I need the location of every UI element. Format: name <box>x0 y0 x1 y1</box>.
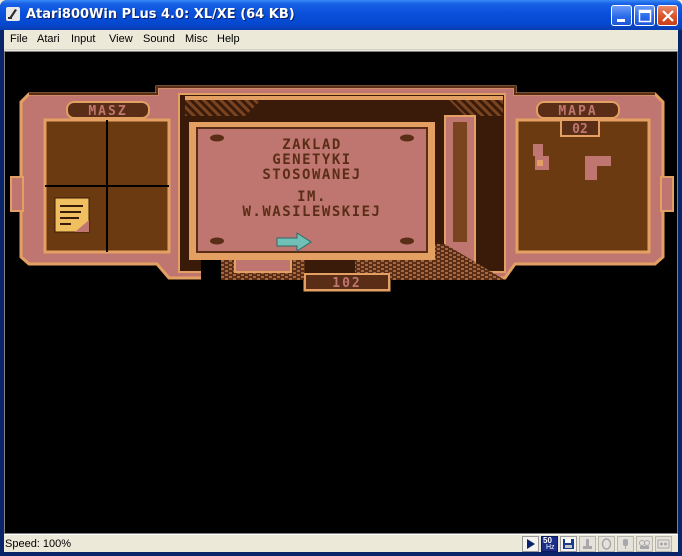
menu-misc[interactable]: Misc <box>185 33 208 45</box>
map-room <box>533 144 543 156</box>
game-scene: MASZ MAPA 02 ZAKLAD GENETYKI STOSOWANEJ … <box>10 85 674 292</box>
app-window: Atari800Win PLus 4.0: XL/XE (64 KB) File… <box>0 0 682 556</box>
status-bar: Speed: 100% 50 Hz <box>4 534 678 552</box>
menu-sound[interactable]: Sound <box>143 33 175 45</box>
note-item-icon[interactable] <box>54 197 90 233</box>
run-icon[interactable] <box>522 536 539 552</box>
room-number: 102 <box>332 276 361 291</box>
map-panel <box>515 118 651 254</box>
menu-help[interactable]: Help <box>217 33 240 45</box>
cassette-icon[interactable] <box>655 536 672 552</box>
microphone-icon[interactable] <box>617 536 634 552</box>
maximize-button[interactable] <box>634 5 655 26</box>
emulator-screen[interactable]: MASZ MAPA 02 ZAKLAD GENETYKI STOSOWANEJ … <box>4 51 678 534</box>
sign-line-2: GENETYKI <box>272 152 351 168</box>
menu-atari[interactable]: Atari <box>37 33 60 45</box>
sign-line-4: IM. <box>297 189 327 205</box>
sign-line-3: STOSOWANEJ <box>262 167 361 183</box>
sign-line-5: W.WASILEWSKIEJ <box>242 204 381 220</box>
atari-app-icon <box>6 7 20 21</box>
refresh-rate-icon[interactable]: 50 Hz <box>541 536 558 552</box>
menu-input[interactable]: Input <box>71 33 95 45</box>
sign-line-1: ZAKLAD <box>282 137 342 153</box>
maximize-icon <box>638 9 652 23</box>
map-number: 02 <box>572 122 588 137</box>
menu-file[interactable]: File <box>10 33 28 45</box>
speed-status: Speed: 100% <box>5 538 72 550</box>
client-area: File Atari Input View Sound Misc Help MA… <box>4 30 678 552</box>
mouse-icon[interactable] <box>598 536 615 552</box>
video-record-icon[interactable] <box>636 536 653 552</box>
minimize-button[interactable] <box>611 5 632 26</box>
refresh-rate-unit: Hz <box>546 544 555 551</box>
title-bar[interactable]: Atari800Win PLus 4.0: XL/XE (64 KB) <box>0 0 682 30</box>
menu-bar: File Atari Input View Sound Misc Help <box>4 30 678 50</box>
window-title: Atari800Win PLus 4.0: XL/XE (64 KB) <box>26 7 295 22</box>
map-room <box>585 156 611 166</box>
masz-label: MASZ <box>88 104 127 119</box>
joystick-icon[interactable] <box>579 536 596 552</box>
disk-icon[interactable] <box>560 536 577 552</box>
close-button[interactable] <box>657 5 678 26</box>
menu-view[interactable]: View <box>109 33 133 45</box>
close-icon <box>662 10 674 22</box>
minimize-icon <box>617 19 625 22</box>
mapa-label: MAPA <box>558 104 597 119</box>
